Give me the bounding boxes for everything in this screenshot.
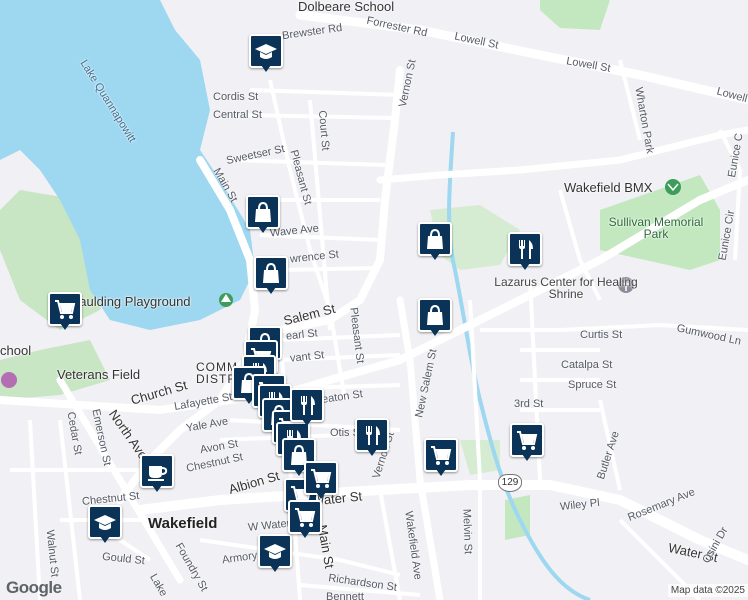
shopping-cart-icon: [431, 446, 452, 465]
shopping-cart-icon: [517, 431, 538, 450]
label-cordis-st: Cordis St: [213, 91, 259, 103]
school-pin-2[interactable]: [88, 505, 122, 545]
label-spaulding-playground: paulding Playground: [72, 294, 191, 309]
label-melvin-st: Melvin St: [460, 508, 474, 555]
shopping-pin-3[interactable]: [418, 222, 452, 262]
label-spruce-st: Spruce St: [568, 379, 617, 391]
shopping-cart-icon: [55, 300, 76, 319]
map-canvas[interactable]: Dolbeare School Brewster Rd Forrester Rd…: [0, 0, 748, 600]
label-bennett-st: Bennett: [326, 591, 364, 600]
shopping-bag-icon: [263, 262, 279, 283]
shopping-bag-icon: [427, 228, 443, 249]
restaurant-icon: [519, 240, 533, 259]
grocery-pin-2[interactable]: [510, 423, 544, 463]
google-logo: Google: [6, 578, 62, 597]
grocery-pin-6[interactable]: [288, 500, 322, 540]
school-pin-1[interactable]: [249, 34, 283, 74]
label-wakefield-bmx: Wakefield BMX: [564, 180, 653, 195]
map-attribution[interactable]: Map data ©2025: [667, 584, 748, 597]
label-chool: chool: [0, 343, 32, 358]
cafe-icon: [148, 466, 168, 481]
restaurant-pin-1[interactable]: [508, 232, 542, 272]
shopping-cart-icon: [311, 469, 332, 488]
label-veterans-field: Veterans Field: [57, 367, 141, 382]
shopping-cart-icon: [295, 508, 316, 527]
school-pin-3[interactable]: [258, 534, 292, 574]
restaurant-pin-2[interactable]: [355, 418, 389, 458]
school-icon: [255, 44, 277, 59]
route-shield: 129: [498, 474, 522, 492]
label-curtis-st: Curtis St: [580, 329, 623, 341]
shopping-pin-1[interactable]: [246, 195, 280, 235]
label-lazarus-center: Lazarus Center for Healing Shrine: [494, 275, 638, 301]
restaurant-icon: [366, 426, 380, 445]
shopping-pin-2[interactable]: [254, 256, 288, 296]
cafe-pin-1[interactable]: [140, 454, 174, 494]
label-3rd-st: 3rd St: [514, 398, 544, 410]
shopping-bag-icon: [427, 304, 443, 325]
shopping-pin-4[interactable]: [418, 298, 452, 338]
label-dolbeare-school: Dolbeare School: [298, 0, 395, 14]
school-icon: [264, 544, 286, 559]
label-court-st: Court St: [315, 109, 332, 152]
school-icon: [94, 515, 116, 530]
restaurant-pin-3[interactable]: [290, 388, 324, 428]
label-wakefield-town: Wakefield: [148, 515, 218, 532]
grocery-pin-1[interactable]: [48, 292, 82, 332]
restaurant-icon: [301, 396, 315, 415]
label-central-st: Central St: [213, 109, 262, 121]
label-sullivan-park: Sullivan Memorial Park: [608, 215, 704, 241]
shopping-bag-icon: [255, 201, 271, 222]
label-catalpa-st: Catalpa St: [561, 359, 613, 371]
grocery-pin-5[interactable]: [304, 461, 338, 501]
grocery-pin-3[interactable]: [424, 438, 458, 478]
